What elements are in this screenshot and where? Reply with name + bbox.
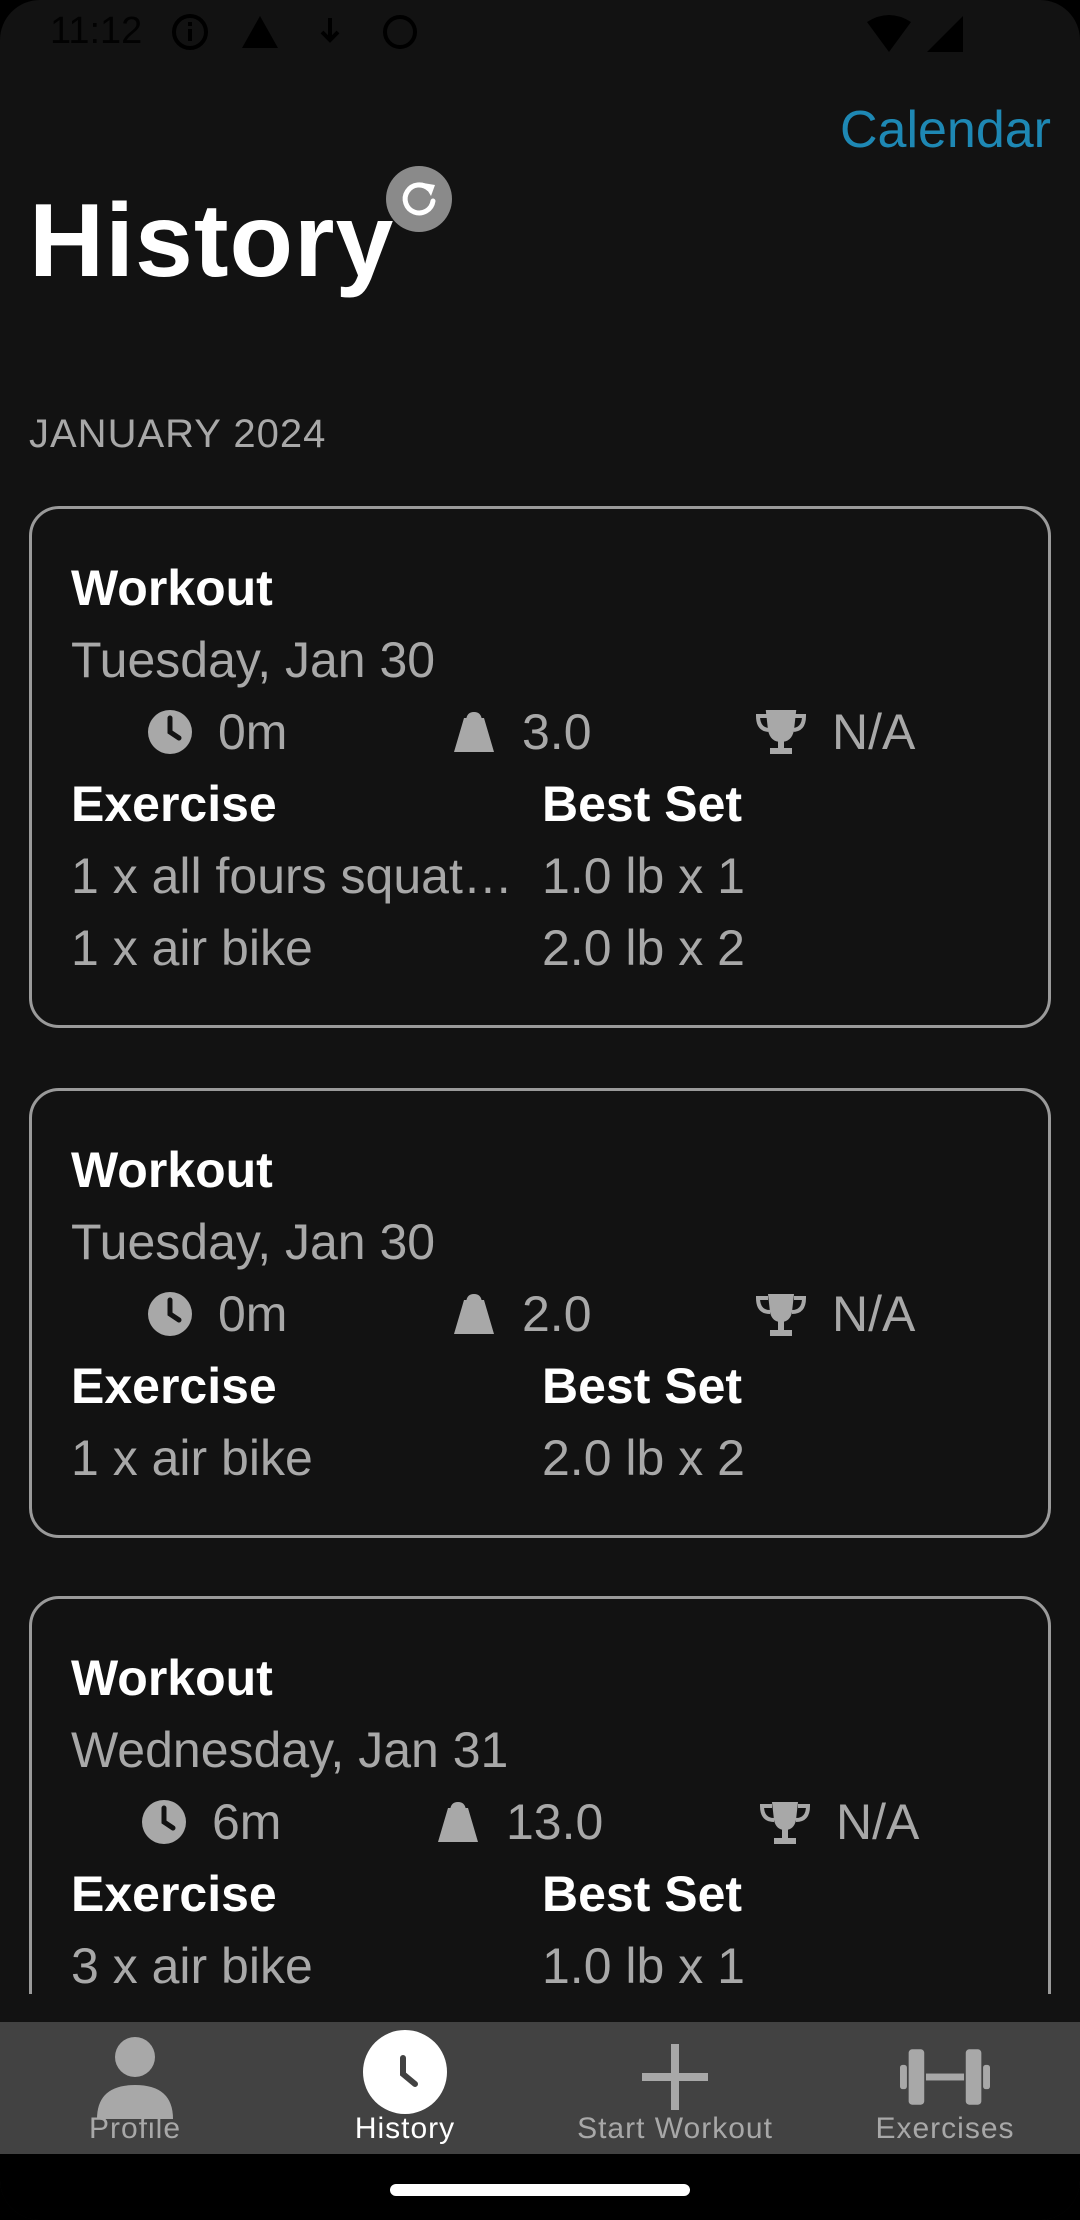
nav-item-exercises[interactable]: Exercises (810, 2022, 1080, 2154)
nav-label: Start Workout (577, 2112, 773, 2145)
dumbbell-icon (900, 2032, 990, 2122)
pr-stat: N/A (758, 1793, 919, 1851)
pr-value: N/A (832, 1286, 916, 1342)
exercise-column-header: Exercise (71, 1358, 277, 1414)
nav-label: Exercises (875, 2112, 1015, 2145)
workout-card[interactable]: Workout Wednesday, Jan 31 6m 13.0 N/A Ex… (29, 1596, 1051, 1994)
bottom-navigation: Profile History Start Workout Exercises (0, 2022, 1080, 2154)
best-set-value: 2.0 lb x 2 (542, 1430, 745, 1486)
sync-icon (383, 15, 417, 49)
plus-icon (630, 2032, 720, 2122)
duration-value: 0m (218, 704, 288, 760)
clock-icon (148, 1292, 192, 1336)
warning-icon (242, 16, 278, 48)
app-screen: 11:12 Calendar History JANUARY 2024 Work… (0, 0, 1080, 2220)
nav-item-profile[interactable]: Profile (0, 2022, 270, 2154)
volume-stat: 3.0 (450, 703, 592, 761)
pr-stat: N/A (754, 1285, 915, 1343)
volume-stat: 2.0 (450, 1285, 592, 1343)
exercise-name: 1 x air bike (71, 1430, 313, 1486)
workout-history-list[interactable]: Workout Tuesday, Jan 30 0m 3.0 N/A Exerc… (0, 480, 1080, 1994)
duration-stat: 0m (146, 1285, 287, 1343)
best-set-value: 1.0 lb x 1 (542, 848, 745, 904)
status-system-icons (865, 14, 965, 54)
clock-icon (363, 2030, 447, 2114)
refresh-button[interactable] (386, 166, 452, 232)
nav-item-start-workout[interactable]: Start Workout (540, 2022, 810, 2154)
clock-icon (148, 710, 192, 754)
exercise-name: 3 x air bike (71, 1938, 313, 1994)
nav-label: Profile (88, 2112, 182, 2145)
status-notification-icons (170, 12, 420, 52)
weight-icon (438, 1802, 478, 1842)
best-set-column-header: Best Set (542, 1866, 743, 1922)
workout-title: Workout (71, 1142, 273, 1198)
pr-value: N/A (832, 704, 916, 760)
info-icon (172, 14, 208, 50)
exercise-name: 1 x all fours squat stretch (71, 848, 521, 904)
duration-stat: 6m (140, 1793, 281, 1851)
month-section-header: JANUARY 2024 (29, 412, 327, 456)
workout-date: Tuesday, Jan 30 (71, 1214, 436, 1270)
trophy-icon (755, 1294, 807, 1336)
volume-value: 3.0 (522, 704, 592, 760)
best-set-column-header: Best Set (542, 776, 743, 832)
clock-icon (142, 1800, 186, 1844)
duration-value: 0m (218, 1286, 288, 1342)
exercise-column-header: Exercise (71, 776, 277, 832)
duration-value: 6m (212, 1794, 282, 1850)
page-title: History (29, 183, 395, 299)
workout-date: Tuesday, Jan 30 (71, 632, 436, 688)
duration-stat: 0m (146, 703, 287, 761)
weight-icon (454, 1294, 494, 1334)
signal-icon (927, 16, 963, 52)
status-time: 11:12 (50, 10, 143, 52)
workout-title: Workout (71, 1650, 273, 1706)
pr-value: N/A (836, 1794, 920, 1850)
exercise-name: 1 x air bike (71, 920, 313, 976)
best-set-value: 1.0 lb x 1 (542, 1938, 745, 1994)
trophy-icon (755, 710, 807, 754)
workout-card[interactable]: Workout Tuesday, Jan 30 0m 2.0 N/A Exerc… (29, 1088, 1051, 1538)
volume-value: 2.0 (522, 1286, 592, 1342)
nav-item-history[interactable]: History (270, 2022, 540, 2154)
best-set-value: 2.0 lb x 2 (542, 920, 745, 976)
download-icon (320, 18, 340, 43)
best-set-column-header: Best Set (542, 1358, 743, 1414)
nav-label: History (354, 2112, 456, 2145)
calendar-link[interactable]: Calendar (840, 100, 1051, 160)
volume-value: 13.0 (506, 1794, 604, 1850)
system-gesture-bar (0, 2154, 1080, 2220)
pr-stat: N/A (754, 703, 915, 761)
exercise-column-header: Exercise (71, 1866, 277, 1922)
wifi-icon (867, 15, 911, 52)
trophy-icon (759, 1802, 811, 1844)
home-gesture-handle[interactable] (390, 2184, 690, 2196)
status-bar: 11:12 (0, 0, 1080, 66)
volume-stat: 13.0 (434, 1793, 603, 1851)
workout-title: Workout (71, 560, 273, 616)
workout-card[interactable]: Workout Tuesday, Jan 30 0m 3.0 N/A Exerc… (29, 506, 1051, 1028)
person-icon (90, 2032, 180, 2122)
refresh-icon (402, 182, 436, 216)
workout-date: Wednesday, Jan 31 (71, 1722, 509, 1778)
weight-icon (454, 712, 494, 752)
